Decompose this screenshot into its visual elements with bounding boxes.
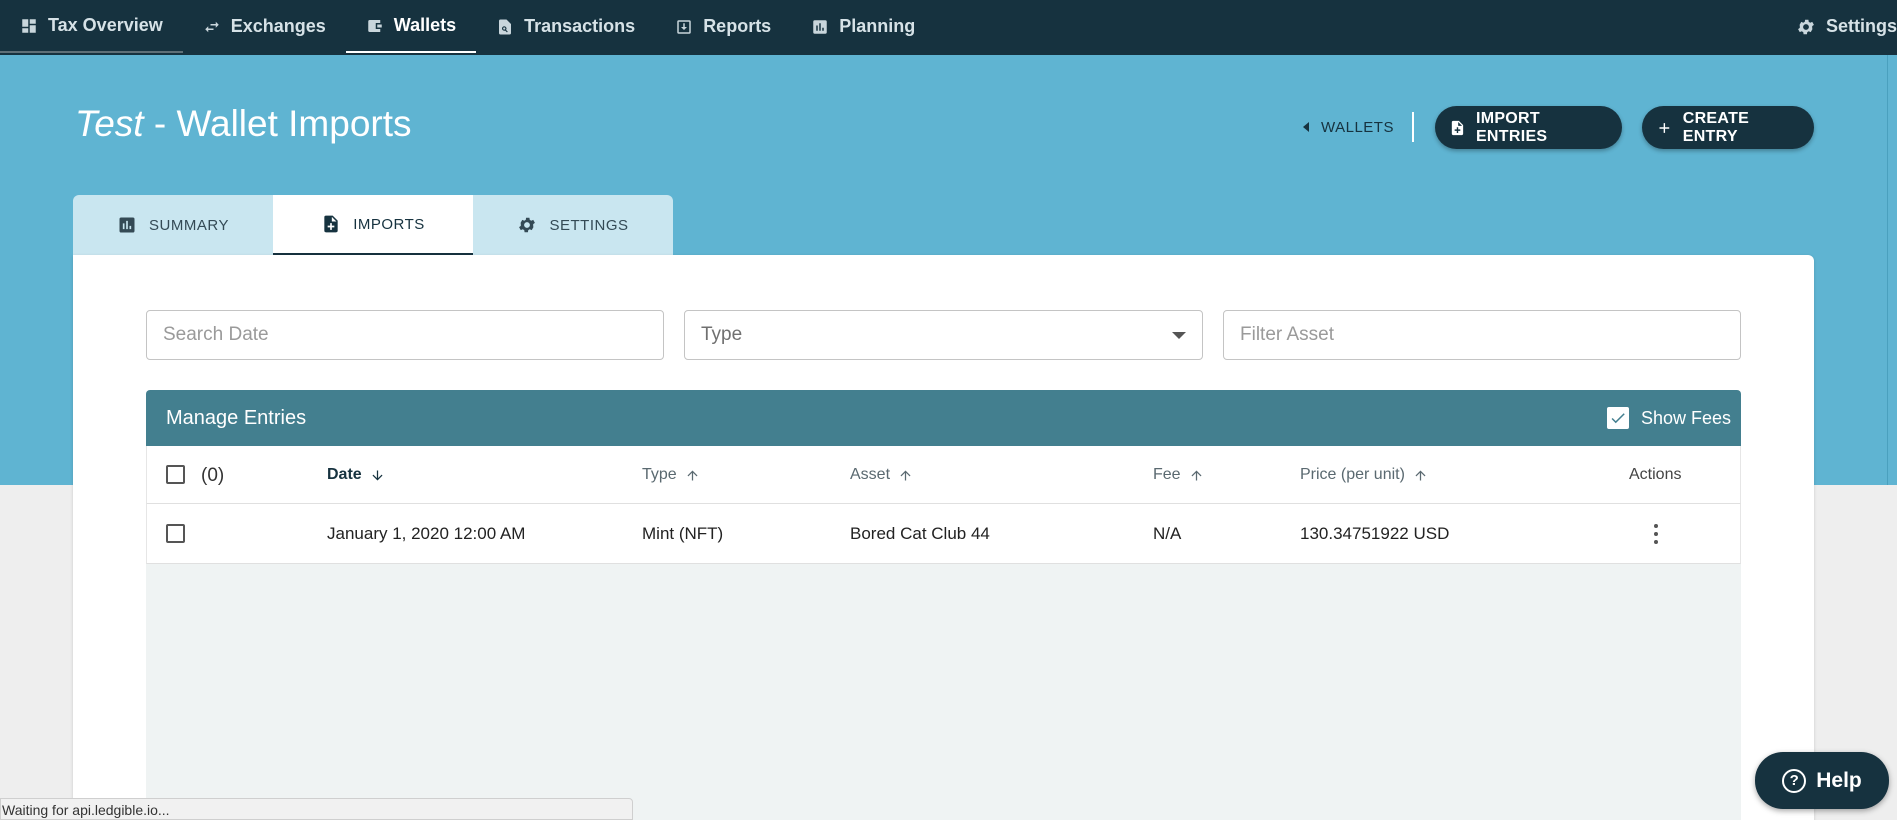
column-header-actions: Actions (1629, 466, 1681, 484)
cell-date: January 1, 2020 12:00 AM (327, 524, 526, 543)
cell-price: 130.34751922 USD (1300, 524, 1450, 543)
column-label: Actions (1629, 466, 1682, 483)
create-entry-label: CREATE ENTRY (1682, 109, 1750, 145)
column-label: Type (642, 466, 677, 483)
gear-icon (1798, 19, 1814, 34)
arrow-up-icon (1191, 470, 1202, 480)
nav-label: Exchanges (230, 16, 326, 36)
tab-label: SUMMARY (149, 216, 229, 234)
column-header-fee[interactable]: Fee (1153, 466, 1204, 484)
show-fees-label: Show Fees (1640, 407, 1731, 428)
type-select-label: Type (701, 324, 743, 345)
scrollbar[interactable] (1887, 55, 1897, 485)
import-entries-label: IMPORT ENTRIES (1475, 109, 1548, 145)
tab-settings[interactable]: SETTINGS (473, 195, 673, 255)
column-label: Asset (850, 466, 891, 483)
swap-icon (204, 21, 219, 32)
tab-summary[interactable]: SUMMARY (73, 195, 273, 255)
filter-asset-input[interactable]: Filter Asset (1223, 310, 1741, 360)
file-add-icon (1451, 120, 1464, 135)
column-header-date[interactable]: Date (327, 466, 385, 484)
nav-label: Transactions (524, 16, 636, 36)
column-header-price[interactable]: Price (per unit) (1300, 466, 1428, 484)
table-title: Manage Entries (166, 406, 307, 429)
bar-chart-icon (813, 19, 827, 34)
bar-chart-icon (119, 217, 135, 233)
help-icon: ? (1782, 768, 1807, 793)
cell-asset: Bored Cat Club 44 (850, 524, 990, 543)
arrow-up-icon (900, 470, 911, 480)
arrow-up-icon (687, 470, 698, 480)
table-row: January 1, 2020 12:00 AM Mint (NFT) Bore… (146, 504, 1741, 564)
row-checkbox[interactable] (166, 524, 185, 543)
tab-imports[interactable]: IMPORTS (273, 195, 473, 255)
check-icon (1611, 413, 1625, 424)
import-entries-button[interactable]: IMPORT ENTRIES (1435, 106, 1622, 149)
column-label: Date (327, 466, 362, 483)
page-title: Test - Wallet Imports (75, 103, 412, 145)
search-document-icon (499, 19, 512, 34)
wallet-icon (368, 19, 382, 32)
plus-icon (1659, 122, 1670, 133)
nav-exchanges[interactable]: Exchanges (183, 0, 346, 53)
nav-label: Tax Overview (48, 15, 163, 35)
arrow-up-icon (1415, 470, 1426, 480)
arrow-down-icon (372, 470, 383, 480)
nav-label: Planning (839, 16, 916, 36)
wallet-tabs: SUMMARY IMPORTS SETTINGS (73, 195, 673, 255)
nav-tax-overview[interactable]: Tax Overview (0, 0, 183, 53)
browser-status-bar: Waiting for api.ledgible.io... (0, 798, 633, 820)
help-label: Help (1816, 768, 1862, 792)
file-add-icon (324, 215, 338, 233)
column-header-type[interactable]: Type (642, 466, 700, 484)
show-fees-toggle[interactable]: Show Fees (1606, 407, 1731, 429)
column-label: Price (per unit) (1300, 466, 1405, 483)
report-download-icon (677, 19, 691, 34)
top-nav: Tax Overview Exchanges Wallets Transacti… (0, 0, 1897, 55)
nav-reports[interactable]: Reports (655, 0, 791, 53)
table-toolbar: Manage Entries Show Fees (146, 390, 1741, 446)
column-label: Fee (1153, 466, 1181, 483)
dropdown-arrow-icon (1172, 331, 1186, 339)
dashboard-icon (22, 18, 36, 33)
page-title-rest: - Wallet Imports (143, 103, 412, 144)
type-select[interactable]: Type (684, 310, 1203, 360)
wallet-name: Test (75, 103, 144, 144)
nav-label: Reports (703, 16, 772, 36)
create-entry-button[interactable]: CREATE ENTRY (1642, 106, 1814, 149)
gear-icon (519, 217, 536, 233)
tab-label: SETTINGS (549, 216, 629, 234)
nav-planning[interactable]: Planning (791, 0, 935, 53)
select-all-checkbox[interactable] (166, 465, 185, 484)
caret-left-icon (1303, 122, 1309, 132)
help-button[interactable]: ? Help (1755, 752, 1889, 809)
nav-settings-label: Settings (1825, 16, 1897, 36)
show-fees-checkbox[interactable] (1606, 407, 1629, 429)
search-date-input[interactable]: Search Date (146, 310, 664, 360)
filter-asset-placeholder: Filter Asset (1240, 324, 1334, 345)
nav-label: Wallets (393, 15, 457, 35)
cell-type: Mint (NFT) (642, 524, 724, 543)
column-header-asset[interactable]: Asset (850, 466, 913, 484)
back-to-wallets-button[interactable]: WALLETS (1303, 112, 1414, 142)
row-actions-menu-icon[interactable] (1653, 524, 1659, 544)
selected-count: (0) (201, 465, 225, 486)
search-date-placeholder: Search Date (163, 324, 269, 345)
tab-label: IMPORTS (353, 215, 425, 233)
cell-fee: N/A (1153, 524, 1182, 543)
back-label: WALLETS (1321, 118, 1394, 136)
table-empty-area (146, 564, 1741, 820)
nav-transactions[interactable]: Transactions (476, 0, 655, 53)
status-text: Waiting for api.ledgible.io... (2, 802, 170, 818)
table-header-row: (0) Date Type Asset Fee Price (per unit)… (146, 446, 1741, 504)
nav-settings[interactable]: Settings (1796, 0, 1897, 53)
nav-wallets[interactable]: Wallets (345, 0, 477, 53)
